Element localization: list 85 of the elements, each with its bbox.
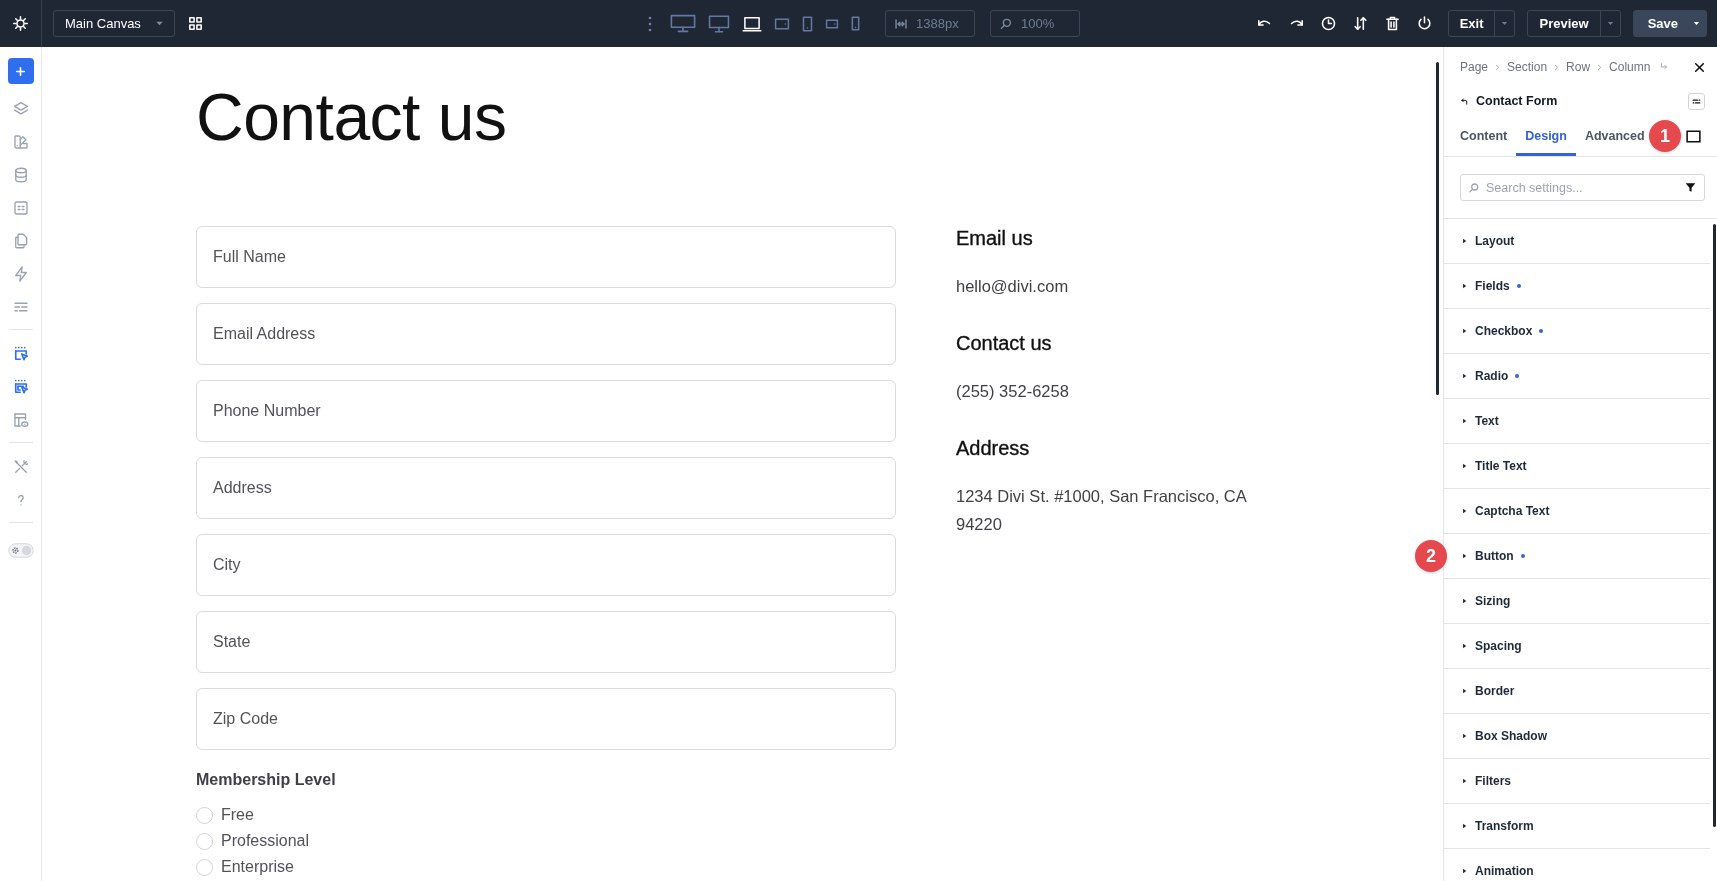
monitor-icon[interactable]: [708, 14, 730, 33]
return-arrow-icon[interactable]: [1659, 62, 1670, 72]
wide-monitor-icon[interactable]: [670, 14, 696, 33]
plus-icon: [14, 64, 27, 78]
breadcrumb-link[interactable]: Section: [1507, 60, 1548, 74]
exit-button[interactable]: Exit: [1447, 10, 1516, 37]
tab[interactable]: Advanced: [1575, 117, 1645, 156]
radio-button[interactable]: [196, 806, 213, 824]
input-field[interactable]: City: [196, 534, 896, 596]
phone-icon[interactable]: [851, 16, 860, 31]
panel-title: Contact Form: [1476, 94, 1558, 108]
input-field[interactable]: Address: [196, 457, 896, 519]
vertical-dots-icon[interactable]: [648, 15, 652, 32]
group-label: Membership Level: [196, 770, 336, 790]
save-button[interactable]: Save: [1632, 10, 1707, 37]
tablet-icon[interactable]: [802, 15, 813, 32]
toggle-switch[interactable]: [7, 543, 34, 558]
width-field[interactable]: 1388px: [885, 10, 975, 37]
tab[interactable]: Design: [1516, 117, 1576, 156]
caret-icon: [1461, 552, 1468, 560]
caret-icon: [1461, 507, 1468, 515]
tablet-landscape-icon[interactable]: [774, 17, 790, 30]
width-arrows-icon: [894, 16, 908, 31]
form-icon[interactable]: [11, 198, 30, 217]
library-icon[interactable]: [11, 132, 30, 151]
option-label: Professional: [221, 831, 310, 851]
option-label: Enterprise: [221, 857, 294, 877]
caret-icon: [1461, 822, 1468, 830]
caret-icon: [1461, 867, 1468, 875]
search-icon: [1468, 181, 1480, 194]
caret-icon[interactable]: [1605, 19, 1615, 28]
input-field[interactable]: Phone Number: [196, 380, 896, 442]
caret-icon[interactable]: [1500, 19, 1510, 28]
info-text: (255) 352-6258: [956, 381, 1070, 402]
close-icon[interactable]: [1693, 60, 1706, 74]
search-icon: [999, 16, 1013, 31]
input-field[interactable]: Zip Code: [196, 688, 896, 750]
grid-icon[interactable]: [187, 15, 204, 32]
caret-icon: [1461, 687, 1468, 695]
template-eye-icon[interactable]: [11, 410, 30, 429]
preview-button[interactable]: Preview: [1527, 10, 1621, 37]
options-button[interactable]: [1688, 92, 1705, 110]
radio-button[interactable]: [196, 858, 213, 876]
caret-icon: [1461, 597, 1468, 605]
page-heading: Contact us: [196, 84, 508, 150]
caret-icon: [1461, 642, 1468, 650]
option-label: Free: [221, 805, 254, 825]
settings-icon[interactable]: [12, 15, 29, 32]
scrollbar-thumb[interactable]: [1713, 224, 1716, 827]
info-text: hello@divi.com: [956, 276, 1070, 297]
info-heading: Contact us: [956, 331, 1052, 355]
breadcrumb-link[interactable]: Page: [1460, 60, 1489, 74]
trash-icon[interactable]: [1383, 15, 1401, 32]
canvas-dropdown[interactable]: Main Canvas: [53, 10, 175, 37]
scrollbar-thumb[interactable]: [1436, 62, 1439, 395]
filter-icon[interactable]: [1684, 181, 1697, 194]
caret-icon[interactable]: [1692, 19, 1701, 28]
square-icon[interactable]: [1684, 128, 1703, 145]
breadcrumb-link[interactable]: Column: [1609, 60, 1651, 74]
caret-icon: [1461, 777, 1468, 785]
power-icon[interactable]: [1415, 15, 1433, 32]
caret-icon: [1461, 282, 1468, 290]
clock-icon[interactable]: [1319, 15, 1337, 32]
phone-landscape-icon[interactable]: [825, 18, 839, 29]
radio-button[interactable]: [196, 832, 213, 850]
caret-icon: [1461, 732, 1468, 740]
info-text: 1234 Divi St. #1000, San Francisco, CA 94220: [956, 486, 1248, 535]
breadcrumb-link[interactable]: Row: [1566, 60, 1591, 74]
caret-icon: [1461, 462, 1468, 470]
laptop-icon[interactable]: [742, 15, 762, 32]
caret-icon: [1461, 417, 1468, 425]
info-heading: Address: [956, 436, 1030, 460]
add-button[interactable]: [7, 58, 34, 84]
info-heading: Email us: [956, 226, 1033, 250]
back-arrow-icon[interactable]: [1460, 96, 1469, 106]
tab[interactable]: Content: [1451, 117, 1517, 156]
input-field[interactable]: Email Address: [196, 303, 896, 365]
caret-icon: [1461, 372, 1468, 380]
input-field[interactable]: State: [196, 611, 896, 673]
sort-arrows-icon[interactable]: [1351, 15, 1369, 32]
zoom-field[interactable]: 100%: [990, 10, 1080, 37]
search-field[interactable]: Search settings...: [1460, 174, 1705, 201]
input-field[interactable]: Full Name: [196, 226, 896, 288]
caret-icon: [1461, 327, 1468, 335]
caret-icon: [1461, 237, 1468, 245]
